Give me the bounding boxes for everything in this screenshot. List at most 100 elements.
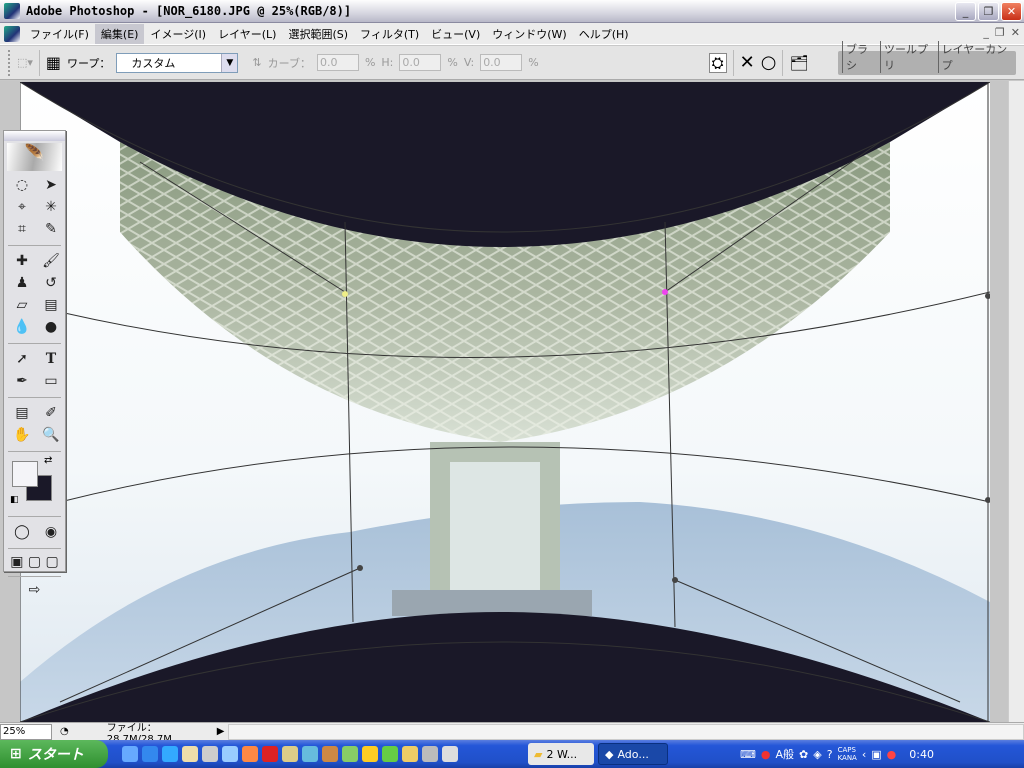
cancel-transform-button[interactable]: ✕ xyxy=(740,52,755,73)
hand-tool-icon[interactable]: ✋ xyxy=(9,425,35,446)
quick-mask-icon[interactable]: ◉ xyxy=(38,522,64,543)
quicklaunch-icon[interactable] xyxy=(142,746,158,762)
tab-layer-comps[interactable]: レイヤーカンプ xyxy=(937,41,1012,73)
grip-handle[interactable] xyxy=(8,49,11,76)
magic-wand-icon[interactable]: ✳ xyxy=(38,197,64,218)
foreground-color-swatch[interactable] xyxy=(12,461,38,487)
standard-mode-icon[interactable]: ◯ xyxy=(9,522,35,543)
tab-tool-presets[interactable]: ツールプリ xyxy=(879,41,936,73)
menu-image[interactable]: イメージ(I) xyxy=(144,24,212,44)
doc-restore-button[interactable]: ❐ xyxy=(995,26,1005,39)
ime-help-icon[interactable]: ? xyxy=(827,748,833,761)
document-canvas[interactable] xyxy=(20,82,990,722)
quicklaunch-icon[interactable] xyxy=(262,746,278,762)
quicklaunch-icon[interactable] xyxy=(422,746,438,762)
tray-icon[interactable]: ● xyxy=(761,748,771,761)
zoom-tool-icon[interactable]: 🔍 xyxy=(38,425,64,446)
keyboard-icon[interactable]: ⌨ xyxy=(740,748,756,761)
tab-brushes[interactable]: ブラシ xyxy=(842,41,878,73)
pen-tool-icon[interactable]: ✒ xyxy=(9,371,35,392)
show-hidden-icons-button[interactable]: ‹ xyxy=(862,748,866,761)
healing-brush-icon[interactable]: ✚ xyxy=(9,251,35,272)
clock[interactable]: 0:40 xyxy=(909,748,934,761)
doc-close-button[interactable]: ✕ xyxy=(1011,26,1020,39)
file-browser-icon[interactable]: 🗂 xyxy=(789,54,808,72)
star-icon[interactable] xyxy=(362,746,378,762)
menu-layer[interactable]: レイヤー(L) xyxy=(212,24,282,44)
blur-tool-icon[interactable]: 💧 xyxy=(9,317,35,338)
dodge-tool-icon[interactable]: ● xyxy=(38,317,64,338)
screen-mode-full-icon[interactable]: ▢ xyxy=(46,552,59,573)
vertical-scrollbar[interactable] xyxy=(1008,81,1024,722)
clone-stamp-icon[interactable]: ♟ xyxy=(9,273,35,294)
quicklaunch-icon[interactable] xyxy=(442,746,458,762)
horizontal-scrollbar[interactable] xyxy=(228,723,1024,740)
taskbar-item-photoshop[interactable]: ◆ Ado... xyxy=(598,743,668,765)
minimize-button[interactable]: _ xyxy=(955,2,976,21)
ie-icon[interactable] xyxy=(162,746,178,762)
tray-icon[interactable]: ◈ xyxy=(813,748,821,761)
menu-view[interactable]: ビュー(V) xyxy=(425,24,486,44)
taskbar-item-explorer[interactable]: ▰ 2 W... xyxy=(528,743,594,765)
crop-tool-icon[interactable]: ⌗ xyxy=(9,219,35,240)
document-icon xyxy=(4,25,20,42)
quicklaunch-icon[interactable] xyxy=(282,746,298,762)
warp-grid-icon[interactable]: ▦ xyxy=(46,53,61,72)
lasso-tool-icon[interactable]: ⌖ xyxy=(9,197,35,218)
update-icon[interactable]: ● xyxy=(887,748,897,761)
quicklaunch-icon[interactable] xyxy=(382,746,398,762)
toolbox-header[interactable] xyxy=(4,131,65,141)
doc-minimize-button[interactable]: _ xyxy=(983,26,989,39)
quicklaunch-icon[interactable] xyxy=(402,746,418,762)
eraser-tool-icon[interactable]: ▱ xyxy=(9,295,35,316)
type-tool-icon[interactable]: T xyxy=(38,349,64,370)
quicklaunch-icon[interactable] xyxy=(342,746,358,762)
change-orientation-icon[interactable]: ⇅ xyxy=(252,56,261,69)
commit-transform-button[interactable]: ○ xyxy=(761,52,777,73)
slice-tool-icon[interactable]: ✎ xyxy=(38,219,64,240)
screen-mode-full-menu-icon[interactable]: ▢ xyxy=(28,552,41,573)
menu-edit[interactable]: 編集(E) xyxy=(94,23,145,44)
warp-style-select[interactable]: カスタム ▼ xyxy=(116,52,239,73)
h-distortion-input[interactable]: 0.0 xyxy=(399,54,442,71)
quicklaunch-icon[interactable] xyxy=(122,746,138,762)
screen-mode-standard-icon[interactable]: ▣ xyxy=(10,552,23,573)
close-button[interactable]: ✕ xyxy=(1001,2,1022,21)
warp-mode-icon[interactable]: ⛭ xyxy=(708,52,727,73)
menu-window[interactable]: ウィンドウ(W) xyxy=(486,24,572,44)
quicklaunch-icon[interactable] xyxy=(222,746,238,762)
move-tool-icon[interactable]: ➤ xyxy=(38,175,64,196)
ime-mode[interactable]: A般 xyxy=(776,746,795,762)
path-selection-icon[interactable]: ➚ xyxy=(9,349,35,370)
zoom-level-field[interactable]: 25% xyxy=(0,723,52,740)
menu-select[interactable]: 選択範囲(S) xyxy=(282,24,354,44)
status-arrow-icon[interactable]: ▶ xyxy=(217,726,225,737)
history-brush-icon[interactable]: ↺ xyxy=(38,273,64,294)
start-button[interactable]: ⊞ スタート xyxy=(0,740,108,768)
eyedropper-icon[interactable]: ✐ xyxy=(38,403,64,424)
menu-file[interactable]: ファイル(F) xyxy=(24,24,95,44)
quicklaunch-icon[interactable] xyxy=(182,746,198,762)
gradient-tool-icon[interactable]: ▤ xyxy=(38,295,64,316)
v-distortion-input[interactable]: 0.0 xyxy=(480,54,523,71)
quicklaunch-icon[interactable] xyxy=(202,746,218,762)
curve-input[interactable]: 0.0 xyxy=(316,54,359,71)
default-colors-icon[interactable]: ◧ xyxy=(10,495,19,505)
quicklaunch-icon[interactable] xyxy=(242,746,258,762)
quicklaunch-icon[interactable] xyxy=(302,746,318,762)
status-menu-icon[interactable]: ◔ xyxy=(60,726,69,737)
adobe-online-button[interactable]: 🪶 xyxy=(7,143,62,171)
menu-filter[interactable]: フィルタ(T) xyxy=(354,24,425,44)
marquee-tool-icon[interactable]: ◌ xyxy=(9,175,35,196)
brush-tool-icon[interactable]: 🖌 xyxy=(38,251,64,272)
quicklaunch-icon[interactable] xyxy=(322,746,338,762)
tray-icon[interactable]: ✿ xyxy=(799,748,808,761)
tool-preset-icon[interactable]: ⬚▾ xyxy=(17,56,33,69)
swap-colors-icon[interactable]: ⇄ xyxy=(44,455,52,466)
restore-button[interactable]: ❐ xyxy=(978,2,999,21)
notes-tool-icon[interactable]: ▤ xyxy=(9,403,35,424)
network-icon[interactable]: ▣ xyxy=(871,748,881,761)
jump-to-imageready-icon[interactable]: ⇨ xyxy=(29,580,41,601)
shape-tool-icon[interactable]: ▭ xyxy=(38,371,64,392)
menu-help[interactable]: ヘルプ(H) xyxy=(573,24,635,44)
